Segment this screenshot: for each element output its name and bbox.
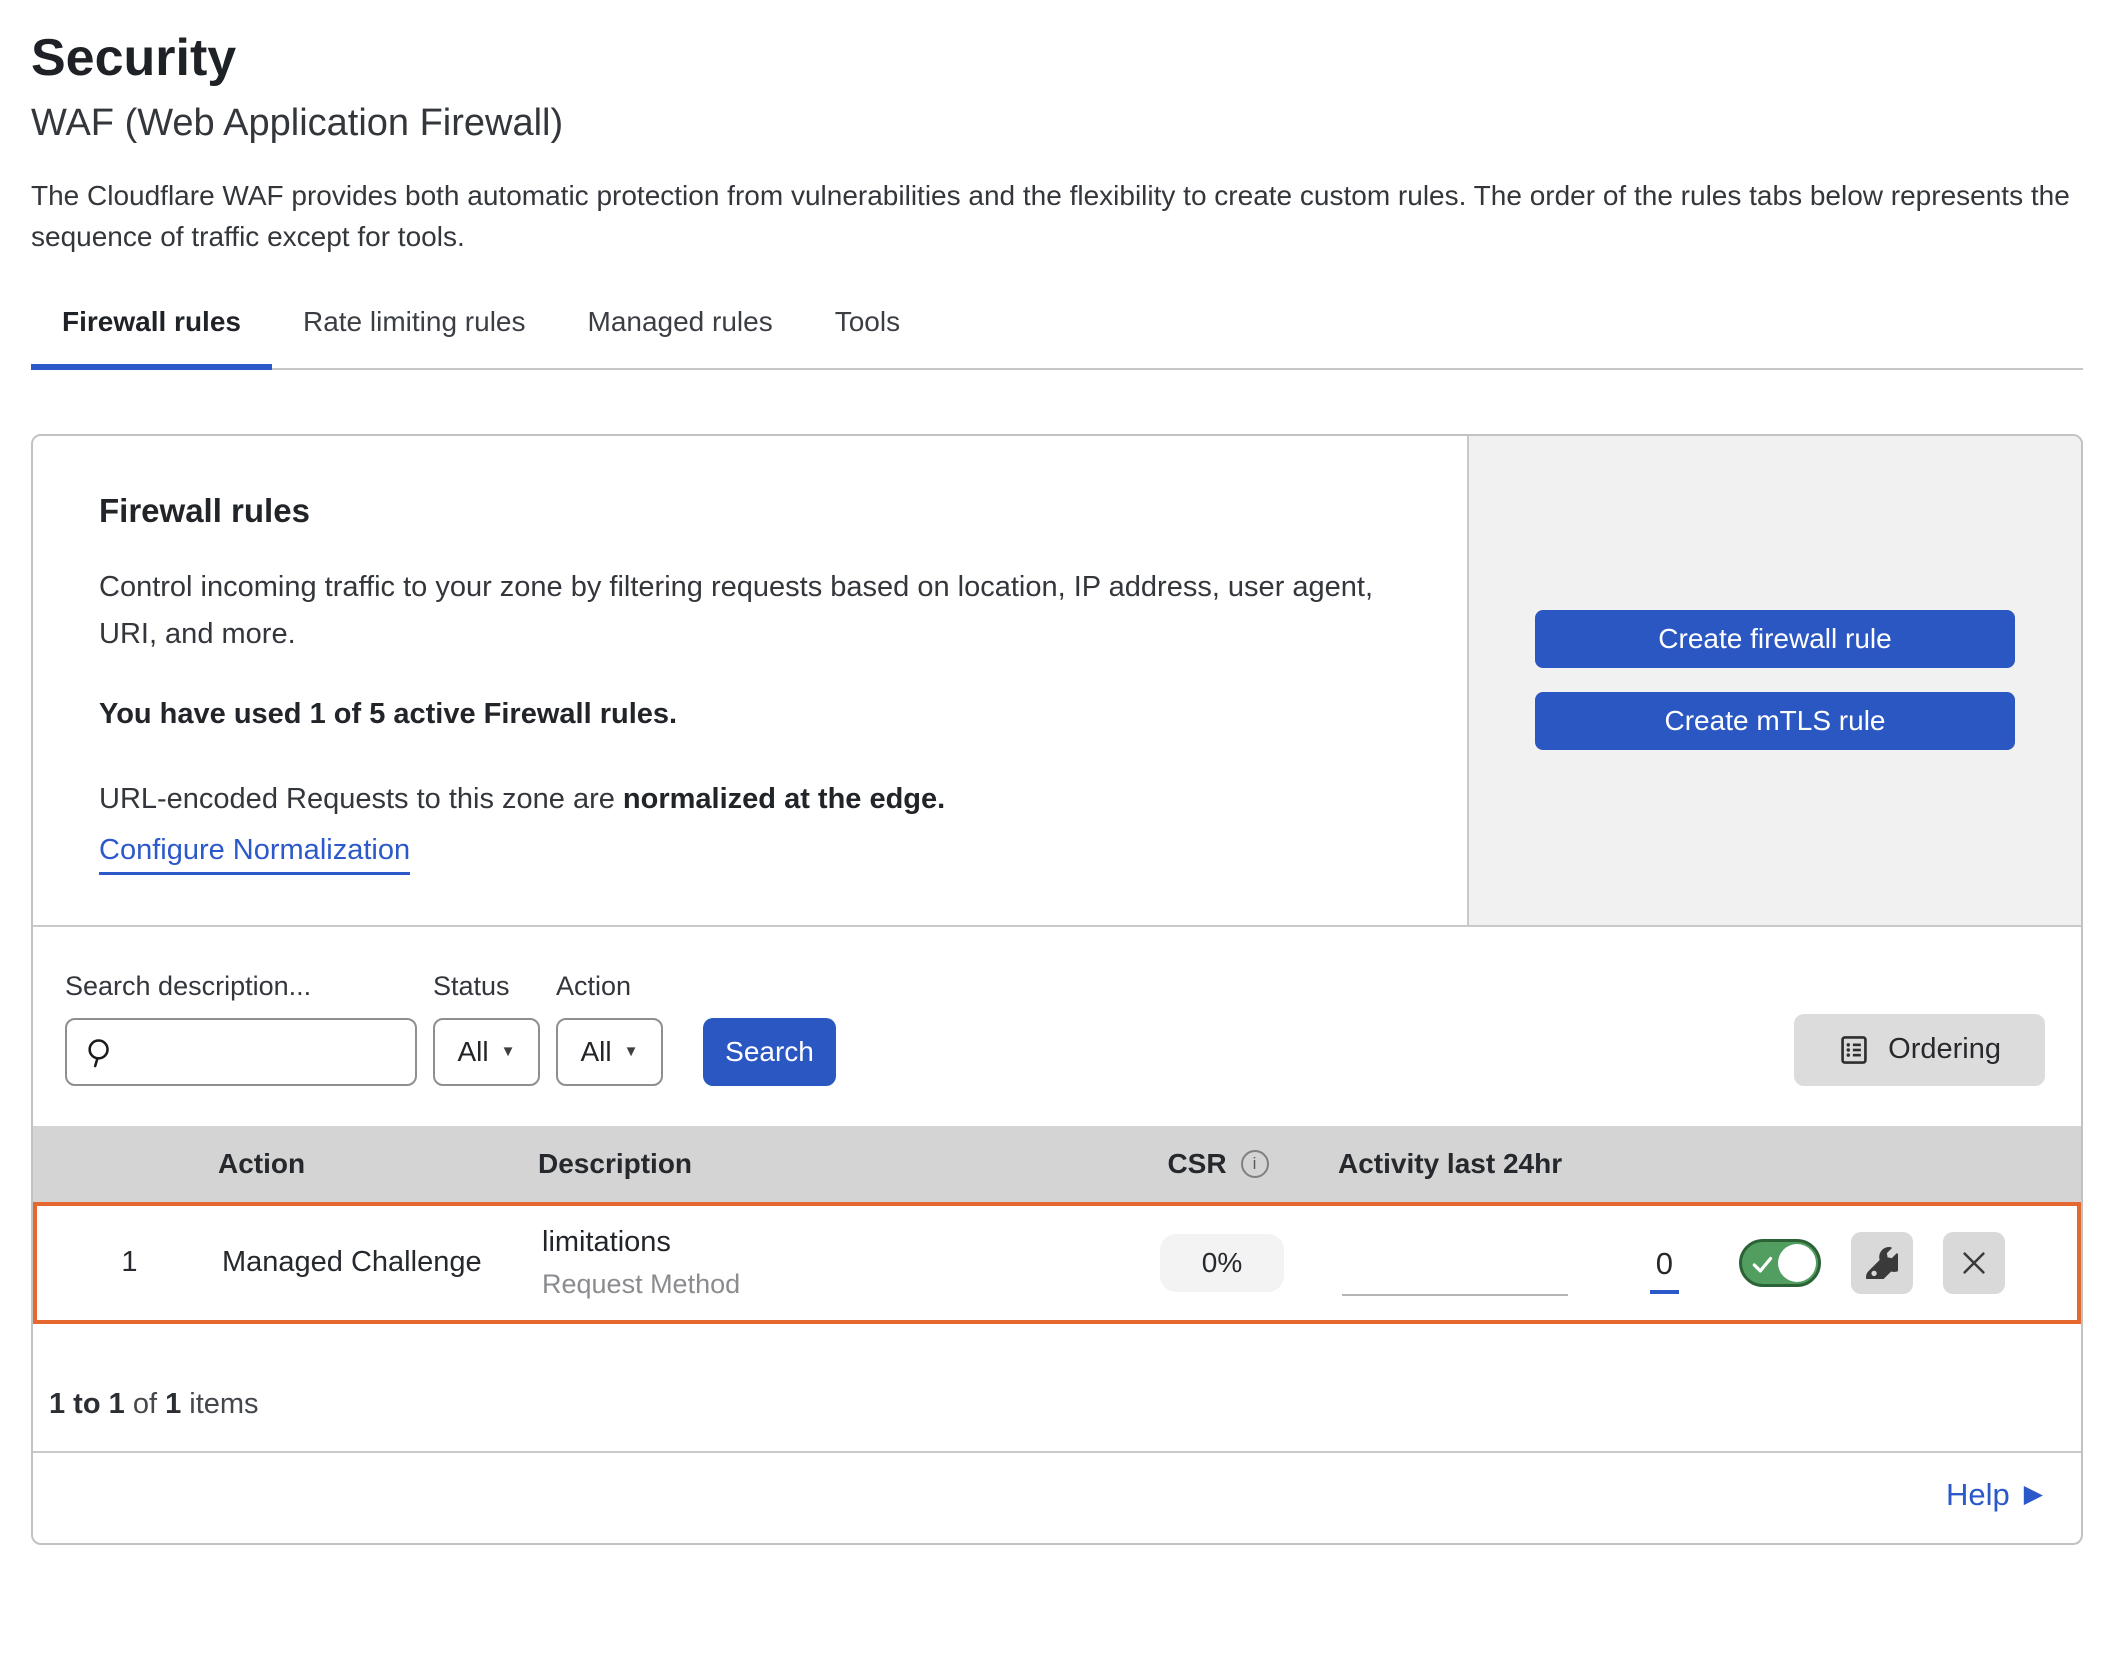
help-link[interactable]: Help ▶ xyxy=(1946,1477,2043,1513)
rule-activity-cell: 0 xyxy=(1342,1230,1725,1296)
ordering-button-label: Ordering xyxy=(1888,1033,2001,1066)
header-description: Description xyxy=(538,1148,1098,1180)
usage-summary: You have used 1 of 5 active Firewall rul… xyxy=(99,698,1401,731)
table-header: Action Description CSR i Activity last 2… xyxy=(33,1126,2081,1202)
page-description: The Cloudflare WAF provides both automat… xyxy=(31,175,2083,258)
status-select-value: All xyxy=(458,1036,489,1068)
toggle-knob xyxy=(1778,1244,1816,1282)
edit-rule-button[interactable] xyxy=(1851,1232,1913,1294)
action-label: Action xyxy=(556,971,663,1002)
activity-sparkline xyxy=(1342,1294,1568,1296)
tab-bar: Firewall rules Rate limiting rules Manag… xyxy=(31,306,2083,370)
rule-expression-summary: Request Method xyxy=(542,1269,1102,1300)
of-text: of xyxy=(133,1388,157,1420)
tab-tools[interactable]: Tools xyxy=(804,306,931,370)
status-label: Status xyxy=(433,971,540,1002)
rule-action: Managed Challenge xyxy=(222,1246,542,1279)
search-label: Search description... xyxy=(65,971,417,1002)
csr-badge: 0% xyxy=(1160,1234,1284,1292)
actions-panel: Create firewall rule Create mTLS rule xyxy=(1467,436,2081,925)
page-title: Security xyxy=(31,28,2083,88)
firewall-rules-card: Firewall rules Control incoming traffic … xyxy=(31,434,2083,1545)
action-select[interactable]: All ▼ xyxy=(556,1018,663,1086)
panel-heading: Firewall rules xyxy=(99,492,1401,530)
card-top-section: Firewall rules Control incoming traffic … xyxy=(33,436,2081,927)
create-mtls-rule-button[interactable]: Create mTLS rule xyxy=(1535,692,2015,750)
search-button[interactable]: Search xyxy=(703,1018,836,1086)
configure-normalization-link[interactable]: Configure Normalization xyxy=(99,834,410,875)
action-filter-group: Action All ▼ xyxy=(556,971,663,1086)
ordering-button[interactable]: Ordering xyxy=(1794,1014,2045,1086)
action-select-value: All xyxy=(581,1036,612,1068)
rule-controls xyxy=(1725,1232,2077,1294)
rule-priority: 1 xyxy=(37,1246,222,1279)
rule-description: limitations xyxy=(542,1226,1102,1259)
search-box xyxy=(65,1018,417,1086)
create-firewall-rule-button[interactable]: Create firewall rule xyxy=(1535,610,2015,668)
list-ordering-icon xyxy=(1838,1034,1870,1066)
delete-rule-button[interactable] xyxy=(1943,1232,2005,1294)
chevron-down-icon: ▼ xyxy=(624,1043,639,1060)
help-label: Help xyxy=(1946,1477,2010,1513)
tab-firewall-rules[interactable]: Firewall rules xyxy=(31,306,272,370)
items-text: items xyxy=(189,1388,258,1420)
check-icon xyxy=(1750,1252,1776,1278)
firewall-rules-info-panel: Firewall rules Control incoming traffic … xyxy=(33,436,1467,925)
header-action: Action xyxy=(218,1148,538,1180)
normalization-note: URL-encoded Requests to this zone are no… xyxy=(99,783,1401,816)
security-waf-page: Security WAF (Web Application Firewall) … xyxy=(0,28,2114,1545)
search-filter-group: Search description... xyxy=(65,971,417,1086)
item-range: 1 to 1 xyxy=(49,1388,125,1420)
filter-bar: Search description... Status All ▼ Actio… xyxy=(33,927,2081,1126)
tab-rate-limiting-rules[interactable]: Rate limiting rules xyxy=(272,306,557,370)
wrench-icon xyxy=(1866,1247,1898,1279)
header-activity: Activity last 24hr xyxy=(1338,1148,1729,1180)
header-csr: CSR i xyxy=(1098,1148,1338,1180)
panel-description: Control incoming traffic to your zone by… xyxy=(99,564,1399,658)
rule-description-cell: limitations Request Method xyxy=(542,1226,1102,1300)
arrow-right-icon: ▶ xyxy=(2024,1482,2043,1507)
search-input[interactable] xyxy=(67,1020,415,1084)
info-icon[interactable]: i xyxy=(1241,1150,1269,1178)
status-select[interactable]: All ▼ xyxy=(433,1018,540,1086)
normalization-bold: normalized at the edge. xyxy=(623,783,945,815)
activity-count-link[interactable]: 0 xyxy=(1650,1246,1679,1294)
rule-csr-cell: 0% xyxy=(1102,1234,1342,1292)
pagination-summary: 1 to 1 of 1 items xyxy=(33,1324,2081,1451)
tab-managed-rules[interactable]: Managed rules xyxy=(557,306,804,370)
table-row: 1 Managed Challenge limitations Request … xyxy=(33,1202,2081,1324)
item-total: 1 xyxy=(165,1388,181,1420)
rule-enabled-toggle[interactable] xyxy=(1739,1239,1821,1287)
normalization-prefix: URL-encoded Requests to this zone are xyxy=(99,783,623,815)
help-row: Help ▶ xyxy=(33,1451,2081,1543)
chevron-down-icon: ▼ xyxy=(501,1043,516,1060)
header-csr-label: CSR xyxy=(1167,1148,1226,1180)
close-icon xyxy=(1959,1248,1989,1278)
page-subtitle: WAF (Web Application Firewall) xyxy=(31,102,2083,145)
status-filter-group: Status All ▼ xyxy=(433,971,540,1086)
